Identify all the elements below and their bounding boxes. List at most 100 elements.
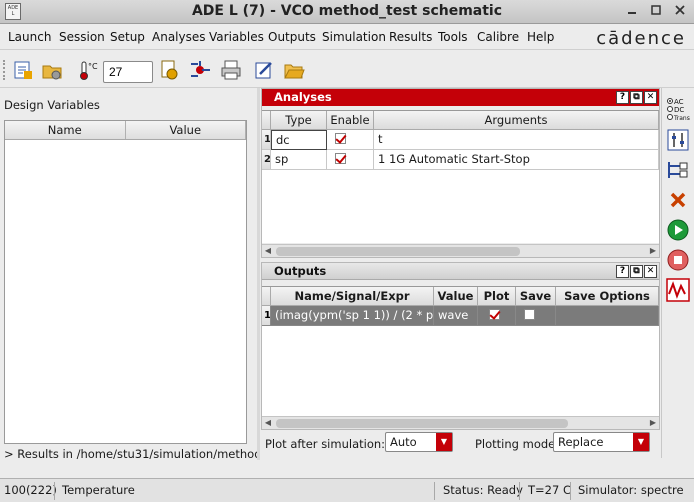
dv-column-value[interactable]: Value [126,121,246,139]
plot-options-bar: Plot after simulation: Auto ▼ Plotting m… [261,430,660,458]
analyses-col-type[interactable]: Type [271,111,327,130]
menu-simulation[interactable]: Simulation [322,30,386,44]
analysis-enable-checkbox[interactable] [335,133,346,144]
menu-help[interactable]: Help [527,30,554,44]
save-state-button[interactable] [41,59,63,81]
load-state-button[interactable] [12,59,34,81]
status-counter: 100(222) [4,483,57,497]
right-toolbar: AC DC Trans [661,88,694,458]
netlist-button[interactable] [189,59,211,81]
analysis-type-cell[interactable]: dc [271,130,327,150]
scroll-right-icon[interactable]: ▶ [647,417,659,429]
analyses-hscrollbar[interactable]: ◀ ▶ [262,244,659,257]
run-simulation-button[interactable] [666,218,690,242]
choose-analyses-button[interactable]: AC DC Trans [666,96,690,124]
plot-after-select[interactable]: Auto ▼ [385,432,453,452]
analysis-arguments-cell[interactable]: t [374,130,659,150]
scroll-right-icon[interactable]: ▶ [647,245,659,257]
menu-outputs[interactable]: Outputs [268,30,316,44]
results-path: > Results in /home/stu31/simulation/meth… [4,447,257,461]
temperature-icon: °C [78,59,98,81]
menu-bar: Launch Session Setup Analyses Variables … [0,26,694,50]
delete-x-icon [670,192,686,208]
netlist-icon [191,61,210,77]
output-save-options-cell[interactable] [556,306,659,326]
plotting-mode-select[interactable]: Replace ▼ [553,432,650,452]
outputs-col-expr[interactable]: Name/Signal/Expr [271,287,434,306]
open-folder-button[interactable] [283,59,305,81]
play-icon [667,219,689,241]
output-expr-cell[interactable]: (imag(ypm('sp 1 1)) / (2 * pi * ... [271,306,434,326]
panel-splitter[interactable] [257,88,260,460]
chevron-down-icon: ▼ [436,433,452,451]
scroll-left-icon[interactable]: ◀ [262,245,274,257]
scroll-thumb[interactable] [276,419,568,428]
dv-column-name[interactable]: Name [5,121,126,139]
setup-outputs-button[interactable] [666,158,690,182]
analyses-table[interactable]: Type Enable Arguments 1 dc t 2 sp 1 1G A… [262,110,659,243]
menu-results[interactable]: Results [389,30,432,44]
menu-analyses[interactable]: Analyses [152,30,206,44]
scroll-thumb[interactable] [276,247,520,256]
analysis-types-icon: AC DC Trans [667,98,690,122]
float-icon[interactable]: ⧉ [630,91,643,104]
edit-button[interactable] [253,59,275,81]
float-icon[interactable]: ⧉ [630,265,643,278]
document-gear-icon [161,60,178,80]
design-variables-table[interactable]: Name Value [4,120,247,444]
temperature-input[interactable] [103,61,153,83]
cadence-logo: cādence [596,28,686,49]
plotting-mode-label: Plotting mode: [475,437,560,451]
analyses-col-arguments[interactable]: Arguments [374,111,659,130]
outputs-hscrollbar[interactable]: ◀ ▶ [262,416,659,429]
window-title: ADE L (7) - VCO method_test schematic [191,3,503,19]
close-window-button[interactable] [672,4,688,20]
plot-outputs-button[interactable] [666,278,690,302]
stop-simulation-button[interactable] [666,248,690,272]
menu-tools[interactable]: Tools [438,30,468,44]
menu-variables[interactable]: Variables [209,30,264,44]
load-state-icon [14,61,32,79]
close-panel-icon[interactable]: ✕ [644,91,657,104]
maximize-icon [651,5,661,15]
analysis-type-cell[interactable]: sp [271,150,327,170]
print-button[interactable] [220,59,242,81]
delete-button[interactable] [666,188,690,212]
edit-variables-button[interactable] [666,128,690,152]
output-plot-checkbox[interactable] [489,309,500,320]
waveform-plot-icon [666,278,690,302]
svg-text:AC: AC [674,98,684,106]
status-context: Temperature [62,483,135,497]
analyses-header: Analyses ? ⧉ ✕ [262,89,659,106]
menu-calibre[interactable]: Calibre [477,30,519,44]
outputs-table[interactable]: Name/Signal/Expr Value Plot Save Save Op… [262,286,659,416]
sliders-icon [667,129,689,151]
outputs-col-plot[interactable]: Plot [478,287,516,306]
analysis-arguments-cell[interactable]: 1 1G Automatic Start-Stop [374,150,659,170]
toolbar-grip[interactable] [3,60,7,80]
menu-setup[interactable]: Setup [110,30,145,44]
outputs-col-value[interactable]: Value [434,287,478,306]
help-icon[interactable]: ? [616,91,629,104]
close-panel-icon[interactable]: ✕ [644,265,657,278]
maximize-button[interactable] [648,4,664,20]
menu-session[interactable]: Session [59,30,105,44]
outputs-setup-icon [668,162,688,178]
output-value-cell[interactable]: wave [434,306,478,326]
analysis-enable-checkbox[interactable] [335,153,346,164]
menu-launch[interactable]: Launch [8,30,51,44]
svg-text:Trans: Trans [673,115,690,122]
stop-icon [667,249,689,271]
minimize-icon [628,12,636,14]
close-icon [675,5,685,15]
chevron-down-icon: ▼ [633,433,649,451]
outputs-col-save[interactable]: Save [516,287,556,306]
help-icon[interactable]: ? [616,265,629,278]
analyses-col-enable[interactable]: Enable [327,111,374,130]
status-temperature: T=27 C [528,483,571,497]
scroll-left-icon[interactable]: ◀ [262,417,274,429]
setup-models-button[interactable] [158,59,180,81]
minimize-button[interactable] [624,4,640,20]
output-save-checkbox[interactable] [524,309,535,320]
outputs-col-save-options[interactable]: Save Options [556,287,659,306]
